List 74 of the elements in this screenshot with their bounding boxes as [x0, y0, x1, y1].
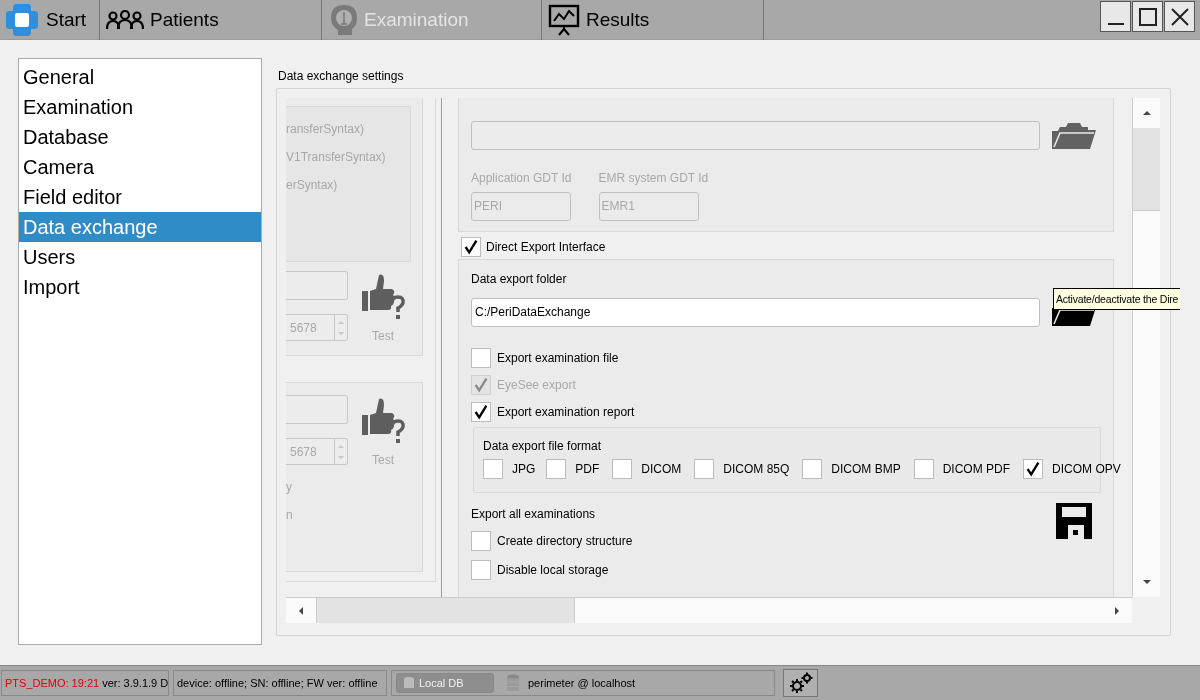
save-icon[interactable]	[1056, 503, 1092, 540]
checkbox-label: Direct Export Interface	[486, 239, 606, 254]
thumbs-up-question-icon[interactable]	[360, 273, 406, 321]
group-title: Data export file format	[483, 439, 603, 456]
checkbox[interactable]	[471, 531, 491, 552]
option-label: y	[286, 479, 293, 496]
checkbox-label: DICOM 85Q	[723, 462, 790, 477]
chart-board-icon	[548, 4, 580, 36]
settings-list-item[interactable]: Users	[19, 242, 261, 272]
settings-list-item[interactable]: Examination	[19, 92, 261, 122]
people-icon	[106, 10, 144, 30]
option-label: n	[286, 507, 294, 524]
checkbox-label: Create directory structure	[497, 534, 633, 549]
checkbox[interactable]	[471, 402, 491, 423]
checkbox[interactable]	[546, 459, 567, 480]
connection-label: perimeter @ localhost	[528, 677, 636, 689]
scrollbar-thumb[interactable]	[1133, 128, 1160, 211]
cross-logo-icon	[4, 2, 40, 38]
folder-field[interactable]	[471, 121, 1040, 150]
settings-list-item[interactable]: Camera	[19, 152, 261, 182]
checkbox[interactable]	[1023, 459, 1044, 480]
scroll-right-icon[interactable]	[1112, 605, 1122, 616]
tab[interactable]: Results	[542, 0, 764, 40]
section-label: Export all examinations	[471, 507, 597, 524]
tab[interactable]: Start	[0, 0, 100, 40]
device-status: device: offline; SN: offline; FW ver: offline	[173, 670, 387, 696]
head-icon	[330, 4, 358, 36]
checkbox-label: EyeSee export	[497, 378, 576, 393]
settings-list-item[interactable]: General	[19, 62, 261, 92]
checkbox[interactable]	[694, 459, 715, 480]
database-icon	[403, 676, 415, 690]
checkbox-label: DICOM	[641, 462, 682, 477]
horizontal-scrollbar[interactable]	[286, 597, 1132, 623]
checkbox-label: PDF	[575, 462, 600, 477]
checkbox[interactable]	[461, 236, 481, 257]
demo-time-label: PTS_DEMO: 19:21	[5, 677, 100, 689]
scrollbar-thumb[interactable]	[316, 598, 575, 623]
settings-list-item[interactable]: Field editor	[19, 182, 261, 212]
test-label: Test	[372, 329, 394, 343]
settings-list-item[interactable]: Database	[19, 122, 261, 152]
field-label: Application GDT Id	[471, 171, 572, 185]
folder-field[interactable]: C:/PeriDataExchange	[471, 298, 1040, 328]
thumbs-up-question-icon[interactable]	[360, 397, 406, 445]
version-label: ver: 3.9.1.9 D	[102, 677, 169, 689]
checkbox[interactable]	[471, 560, 491, 581]
checkbox[interactable]	[612, 459, 633, 480]
checkbox[interactable]	[483, 459, 503, 480]
checkbox-label: DICOM OPV	[1052, 462, 1121, 477]
scroll-up-icon[interactable]	[1141, 108, 1152, 118]
field-label: Data export folder	[471, 272, 568, 289]
checkbox[interactable]	[802, 459, 823, 480]
tab[interactable]: Patients	[100, 0, 322, 40]
syntax-item: erSyntax)	[286, 177, 339, 194]
settings-list-item[interactable]: Import	[19, 272, 261, 302]
checkbox[interactable]	[471, 348, 491, 369]
section-title: Data exchange settings	[278, 70, 405, 82]
checkbox-label: Export examination file	[497, 351, 619, 366]
field-label: EMR system GDT Id	[598, 171, 709, 185]
database-icon	[506, 674, 520, 692]
checkbox-label: DICOM BMP	[831, 462, 901, 477]
host-field[interactable]	[286, 395, 348, 424]
tooltip: Activate/deactivate the Dire	[1053, 288, 1181, 310]
syntax-item: ransferSyntax)	[286, 121, 366, 138]
settings-list-item[interactable]: Data exchange	[19, 212, 261, 242]
syntax-item: V1TransferSyntax)	[286, 149, 387, 166]
settings-button[interactable]	[783, 669, 818, 697]
checkbox-label: JPG	[512, 462, 536, 477]
scroll-down-icon[interactable]	[1141, 577, 1152, 587]
test-label: Test	[372, 453, 394, 467]
checkbox-label: DICOM PDF	[942, 462, 1011, 477]
checkbox-label: Export examination report	[497, 405, 635, 420]
checkbox[interactable]	[913, 459, 934, 480]
host-field[interactable]	[286, 271, 348, 300]
checkbox-label: Disable local storage	[497, 563, 609, 578]
